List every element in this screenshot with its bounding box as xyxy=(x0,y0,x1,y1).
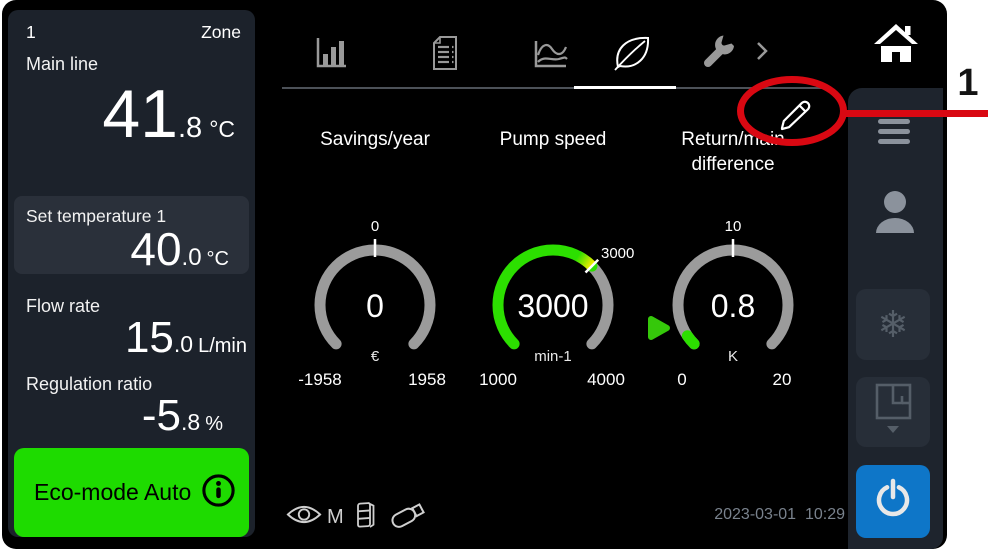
gauge-return-diff-min: 0 xyxy=(677,370,686,389)
gauge-return-diff: 10 0.8 K 0 20 xyxy=(648,213,818,393)
home-icon xyxy=(874,22,918,69)
main-line-label: Main line xyxy=(26,54,98,75)
annotation-line xyxy=(840,110,988,117)
bar-chart-icon xyxy=(313,35,349,71)
gauge-return-diff-max: 20 xyxy=(773,370,792,389)
info-icon[interactable] xyxy=(200,472,237,514)
set-temperature-tile[interactable]: Set temperature 1 40.0°C xyxy=(14,196,249,274)
line-chart-icon xyxy=(532,35,570,71)
tabs-more-button[interactable] xyxy=(750,38,774,68)
zone-select-icon xyxy=(871,382,915,443)
gauge-pump-speed-unit: min-1 xyxy=(534,348,572,365)
power-icon xyxy=(872,478,914,525)
gauge-savings-max: 1958 xyxy=(408,370,446,389)
chevron-right-icon xyxy=(755,40,769,67)
eco-mode-button[interactable]: Eco-mode Auto xyxy=(14,448,249,537)
status-bar: M xyxy=(286,502,428,532)
selected-tab-underline xyxy=(574,86,676,89)
zone-number: 1 xyxy=(26,22,36,43)
gauge-savings-unit: € xyxy=(371,348,380,365)
zone-panel: 1 Zone Main line 41.8°C Set temperature … xyxy=(8,10,255,537)
document-icon xyxy=(429,35,461,71)
leaf-icon xyxy=(612,34,652,72)
tab-report[interactable] xyxy=(425,32,465,74)
snowflake-icon: ❄ xyxy=(877,303,908,346)
annotation-number: 1 xyxy=(948,62,988,105)
gauge-pump-speed-value: 3000 xyxy=(517,288,588,324)
zone-label: Zone xyxy=(201,22,241,43)
gauge-return-diff-unit: K xyxy=(728,348,738,365)
flow-rate-label: Flow rate xyxy=(26,296,100,317)
tab-service[interactable] xyxy=(698,32,738,74)
power-button[interactable] xyxy=(856,465,930,538)
set-temperature-value: 40.0°C xyxy=(14,226,229,272)
gauge-pump-speed-min: 1000 xyxy=(479,370,517,389)
regulation-ratio-value: -5.8% xyxy=(8,394,223,438)
gauge-return-diff-top-tick: 10 xyxy=(725,218,742,235)
tab-eco[interactable] xyxy=(612,32,652,74)
monitor-mode-letter: M xyxy=(327,506,344,529)
gauge-pump-speed-max: 4000 xyxy=(587,370,625,389)
gauge-savings: 0 0 € -1958 1958 xyxy=(290,213,460,393)
eye-icon xyxy=(286,502,322,532)
annotation-circle xyxy=(737,76,847,146)
user-icon xyxy=(873,188,917,241)
gauge-savings-value: 0 xyxy=(366,288,384,324)
menu-button[interactable] xyxy=(878,119,910,149)
usb-stick-icon xyxy=(388,500,428,535)
main-line-value: 41.8°C xyxy=(8,80,235,148)
gauge-pump-speed: 3000 3000 min-1 1000 4000 xyxy=(468,213,638,393)
gauge-return-diff-value: 0.8 xyxy=(711,288,755,324)
gauge-savings-top-tick: 0 xyxy=(371,218,379,235)
home-button[interactable] xyxy=(852,8,940,82)
gauge-savings-min: -1958 xyxy=(298,370,341,389)
setpoint-arrow-icon xyxy=(651,319,667,337)
wrench-icon xyxy=(700,35,736,71)
tab-trends[interactable] xyxy=(531,32,571,74)
eco-mode-label: Eco-mode Auto xyxy=(34,479,191,506)
zone-header: 1 Zone xyxy=(26,22,241,43)
defrost-button[interactable]: ❄ xyxy=(856,289,930,360)
tab-statistics[interactable] xyxy=(311,32,351,74)
gauge-pump-speed-label: Pump speed xyxy=(473,128,633,153)
gauge-pump-speed-tick: 3000 xyxy=(601,245,634,262)
user-button[interactable] xyxy=(869,188,921,240)
regulation-ratio-label: Regulation ratio xyxy=(26,374,152,395)
gauge-savings-label: Savings/year xyxy=(295,128,455,153)
zones-button[interactable] xyxy=(856,377,930,447)
datetime-display: 2023-03-01 10:29 xyxy=(650,506,845,524)
tabbar-divider xyxy=(282,87,830,89)
menu-icon xyxy=(878,119,910,124)
flow-rate-value: 15.0L/min xyxy=(8,316,247,360)
module-icon xyxy=(355,500,377,535)
